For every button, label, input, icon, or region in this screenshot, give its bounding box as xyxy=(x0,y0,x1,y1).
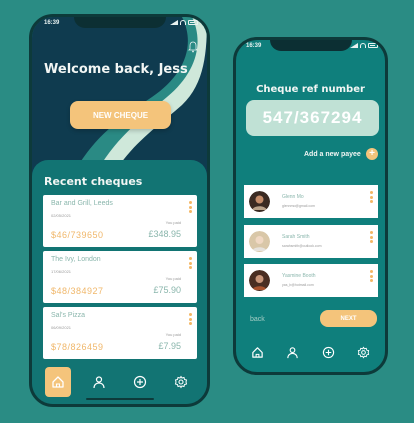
avatar xyxy=(249,231,270,252)
cheque-screen-phone: 16:39 Cheque ref number 547/367294 Add a… xyxy=(233,37,388,375)
status-time: 16:39 xyxy=(44,20,60,26)
cheque-date: 06/09/2021 xyxy=(51,325,72,330)
battery-icon xyxy=(368,43,378,48)
hero-banner xyxy=(32,17,207,177)
cheque-date: 02/05/2021 xyxy=(51,213,72,218)
gear-icon xyxy=(357,346,370,358)
signal-icon xyxy=(350,43,358,48)
wifi-icon xyxy=(360,43,366,48)
cheque-amount: £348.95 xyxy=(148,229,181,239)
home-indicator xyxy=(86,398,154,400)
recent-cheques-panel: Recent cheques Bar and Grill, Leeds 02/0… xyxy=(32,160,207,375)
plus-circle-icon xyxy=(133,375,146,388)
home-screen-phone: 16:39 Welcome back, Jess NEW CHEQUE Rece… xyxy=(29,14,210,407)
payee-row[interactable]: Glenn Mo glennmo@gmail.com xyxy=(244,185,378,218)
home-icon xyxy=(252,346,263,358)
amount-label: You paid xyxy=(165,276,181,281)
amount-label: You paid xyxy=(165,332,181,337)
status-time: 16:39 xyxy=(246,43,262,49)
cheque-payee: Bar and Grill, Leeds xyxy=(51,200,113,207)
amount-label: You paid xyxy=(165,220,181,225)
more-options-icon[interactable] xyxy=(189,313,192,325)
plus-circle-icon xyxy=(322,346,334,358)
recent-cheques-title: Recent cheques xyxy=(44,175,143,188)
more-options-icon[interactable] xyxy=(189,257,192,269)
bottom-nav xyxy=(236,338,385,366)
nav-profile[interactable] xyxy=(86,367,112,397)
back-button[interactable]: back xyxy=(250,316,265,323)
cheque-ref: $78/826459 xyxy=(51,342,104,352)
add-payee-label[interactable]: Add a new payee xyxy=(304,151,361,158)
user-icon xyxy=(287,346,299,358)
nav-add[interactable] xyxy=(315,337,341,367)
cheque-card[interactable]: The Ivy, London 17/06/2021 $48/384927 Yo… xyxy=(43,251,197,303)
user-icon xyxy=(93,375,105,388)
cheque-amount: £75.90 xyxy=(153,285,181,295)
more-options-icon[interactable] xyxy=(370,270,373,282)
next-button[interactable]: NEXT xyxy=(320,310,377,327)
cheque-card[interactable]: Sal's Pizza 06/09/2021 $78/826459 You pa… xyxy=(43,307,197,359)
cheque-amount: £7.95 xyxy=(158,341,181,351)
status-icons xyxy=(350,43,378,48)
payee-name: Yasmine Booth xyxy=(282,273,316,279)
more-options-icon[interactable] xyxy=(370,191,373,203)
home-icon xyxy=(52,375,65,388)
bell-icon[interactable] xyxy=(188,41,198,53)
signal-icon xyxy=(170,20,178,25)
avatar xyxy=(249,270,270,291)
payee-email: glennmo@gmail.com xyxy=(282,204,315,208)
cheque-ref-value: 547/367294 xyxy=(246,100,379,136)
nav-profile[interactable] xyxy=(280,337,306,367)
cheque-ref-title: Cheque ref number xyxy=(256,84,365,95)
payee-email: sarahsmith@outlook.com xyxy=(282,244,322,248)
nav-home[interactable] xyxy=(45,366,72,397)
cheque-payee: The Ivy, London xyxy=(51,256,101,263)
payee-name: Glenn Mo xyxy=(282,194,304,200)
cheque-ref: $46/739650 xyxy=(51,230,104,240)
more-options-icon[interactable] xyxy=(189,201,192,213)
add-payee-button[interactable]: + xyxy=(366,148,378,160)
cheque-ref: $48/384927 xyxy=(51,286,104,296)
avatar xyxy=(249,191,270,212)
cheque-card[interactable]: Bar and Grill, Leeds 02/05/2021 $46/7396… xyxy=(43,195,197,247)
payee-name: Sarah Smith xyxy=(282,234,310,240)
hero-decoration xyxy=(72,17,207,177)
payee-email: yas_b@hotmail.com xyxy=(282,283,314,287)
nav-home[interactable] xyxy=(245,337,271,367)
notch xyxy=(270,40,352,51)
welcome-heading: Welcome back, Jess xyxy=(44,62,188,77)
gear-icon xyxy=(174,375,187,388)
nav-add[interactable] xyxy=(127,367,153,397)
payee-row[interactable]: Sarah Smith sarahsmith@outlook.com xyxy=(244,225,378,258)
battery-icon xyxy=(188,20,198,25)
notch xyxy=(74,17,166,28)
nav-settings[interactable] xyxy=(168,367,194,397)
new-cheque-button[interactable]: NEW CHEQUE xyxy=(70,101,171,129)
wifi-icon xyxy=(180,20,186,25)
status-icons xyxy=(170,20,198,25)
more-options-icon[interactable] xyxy=(370,231,373,243)
nav-settings[interactable] xyxy=(350,337,376,367)
cheque-payee: Sal's Pizza xyxy=(51,312,86,319)
cheque-date: 17/06/2021 xyxy=(51,269,72,274)
payee-row[interactable]: Yasmine Booth yas_b@hotmail.com xyxy=(244,264,378,297)
